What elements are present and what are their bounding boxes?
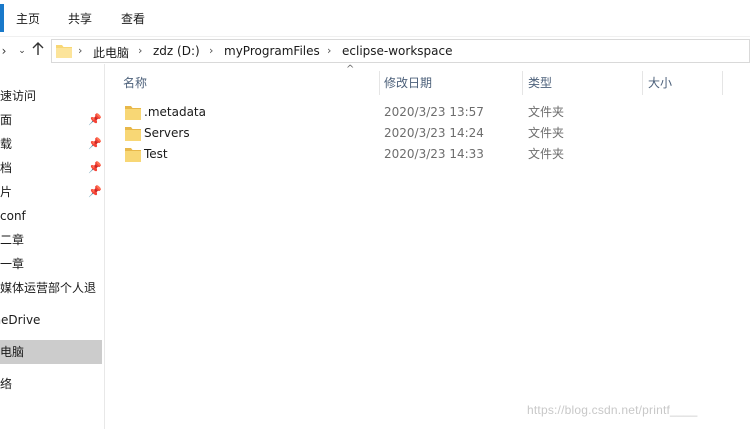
breadcrumb-separator-icon[interactable]: › — [327, 44, 331, 57]
column-header-size[interactable]: 大小 — [630, 71, 722, 95]
file-type: 文件夹 — [528, 126, 565, 140]
file-row[interactable]: Servers 2020/3/23 14:24 文件夹 — [105, 123, 750, 144]
sidebar-item-label: 此电脑 — [0, 345, 25, 359]
sidebar-item-desktop[interactable]: 桌面 📌 — [0, 108, 102, 132]
pin-icon: 📌 — [88, 161, 102, 174]
file-row[interactable]: .metadata 2020/3/23 13:57 文件夹 — [105, 102, 750, 123]
sidebar-item-downloads[interactable]: 下载 📌 — [0, 132, 102, 156]
pin-icon: 📌 — [88, 185, 102, 198]
folder-icon — [125, 105, 141, 120]
address-row: › ⌄ › 此电脑 › zdz (D:) › myProgramFiles › … — [0, 36, 750, 64]
folder-icon — [125, 126, 141, 141]
sidebar-item-new-media[interactable]: 新媒体运营部个人退 — [0, 276, 102, 300]
sidebar-item-label: 第一章 — [0, 257, 25, 271]
sidebar-item-label: conf — [0, 209, 26, 223]
ribbon: 主页 共享 查看 — [0, 0, 750, 36]
sidebar-item-network[interactable]: 网络 — [0, 372, 102, 396]
file-tab[interactable] — [0, 4, 4, 32]
pin-icon: 📌 — [88, 137, 102, 150]
breadcrumb-myprogramfiles[interactable]: myProgramFiles — [224, 44, 320, 58]
sidebar-item-this-pc[interactable]: 此电脑 — [0, 340, 102, 364]
sidebar-item-label: 第二章 — [0, 233, 25, 247]
sidebar-item-conf[interactable]: conf — [0, 204, 102, 228]
file-modified: 2020/3/23 14:24 — [384, 126, 484, 140]
sidebar-item-label: 快速访问 — [0, 89, 37, 103]
breadcrumb-this-pc[interactable]: 此电脑 — [93, 44, 129, 61]
file-name: Servers — [144, 126, 190, 140]
file-name: Test — [144, 147, 168, 161]
file-type: 文件夹 — [528, 147, 565, 161]
sidebar-item-onedrive[interactable]: OneDrive — [0, 308, 102, 332]
file-name: .metadata — [144, 105, 206, 119]
sidebar-item-label: 图片 — [0, 185, 13, 199]
column-header-type[interactable]: 类型 — [510, 71, 630, 95]
breadcrumb-separator-icon[interactable]: › — [209, 44, 213, 57]
sidebar-item-label: 下载 — [0, 137, 13, 151]
watermark: https://blog.csdn.net/printf____ — [527, 403, 698, 417]
sidebar-item-label: OneDrive — [0, 313, 41, 327]
breadcrumb-separator-icon[interactable]: › — [138, 44, 142, 57]
folder-icon — [125, 147, 141, 162]
sidebar-item-pictures[interactable]: 图片 📌 — [0, 180, 102, 204]
file-type: 文件夹 — [528, 105, 565, 119]
forward-icon[interactable]: › — [0, 42, 12, 60]
sidebar-item-label: 网络 — [0, 377, 13, 391]
file-modified: 2020/3/23 13:57 — [384, 105, 484, 119]
column-header-modified[interactable]: 修改日期 — [366, 71, 510, 95]
breadcrumb-eclipse-workspace[interactable]: eclipse-workspace — [342, 44, 452, 58]
sidebar-item-quick-access[interactable]: 快速访问 — [0, 84, 102, 108]
sidebar-item-chapter-two[interactable]: 第二章 — [0, 228, 102, 252]
breadcrumb-separator-icon[interactable]: › — [78, 44, 82, 57]
sidebar-item-documents[interactable]: 文档 📌 — [0, 156, 102, 180]
sidebar-item-chapter-one[interactable]: 第一章 — [0, 252, 102, 276]
tab-home[interactable]: 主页 — [16, 10, 40, 27]
address-bar[interactable]: › 此电脑 › zdz (D:) › myProgramFiles › ecli… — [51, 39, 750, 63]
tab-share[interactable]: 共享 — [68, 10, 92, 27]
tab-view[interactable]: 查看 — [121, 10, 145, 27]
sidebar-item-label: 桌面 — [0, 113, 13, 127]
up-arrow-icon[interactable] — [30, 42, 46, 60]
sidebar-item-label: 新媒体运营部个人退 — [0, 281, 97, 295]
sidebar-item-label: 文档 — [0, 161, 13, 175]
navigation-pane: 快速访问 桌面 📌 下载 📌 文档 📌 图片 📌 conf 第二章 第一章 新媒… — [0, 64, 104, 429]
column-divider[interactable] — [722, 71, 723, 95]
pin-icon: 📌 — [88, 113, 102, 126]
column-headers: ^ 名称 修改日期 类型 大小 — [105, 64, 750, 100]
column-header-name[interactable]: 名称 — [105, 71, 379, 95]
file-row[interactable]: Test 2020/3/23 14:33 文件夹 — [105, 144, 750, 165]
file-modified: 2020/3/23 14:33 — [384, 147, 484, 161]
folder-icon — [56, 44, 72, 58]
breadcrumb-drive[interactable]: zdz (D:) — [153, 44, 200, 58]
chevron-down-icon[interactable]: ⌄ — [14, 42, 30, 60]
